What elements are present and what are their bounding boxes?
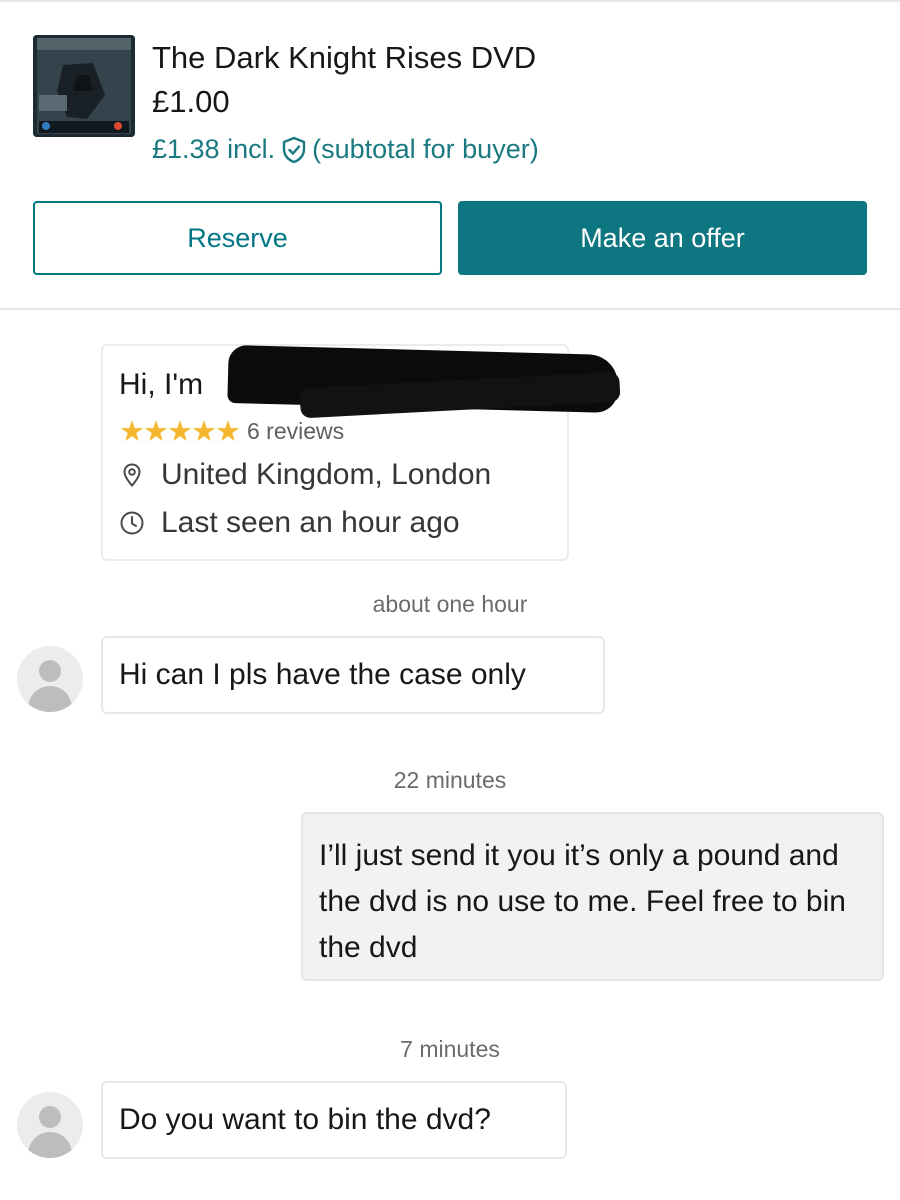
avatar-body-shape bbox=[28, 1132, 72, 1158]
incoming-message: Do you want to bin the dvd? bbox=[101, 1081, 567, 1159]
message-timestamp: 7 minutes bbox=[400, 1036, 500, 1062]
item-price: £1.00 bbox=[152, 84, 230, 119]
message-text: Hi can I pls have the case only bbox=[119, 658, 526, 691]
buyer-protection-price[interactable]: £1.38 incl. (subtotal for buyer) bbox=[152, 134, 539, 165]
avatar-head-shape bbox=[39, 1106, 61, 1128]
profile-greeting: Hi, I'm bbox=[119, 368, 204, 401]
message-timestamp: about one hour bbox=[372, 591, 528, 617]
avatar-head-shape bbox=[39, 660, 61, 682]
item-thumbnail[interactable] bbox=[33, 35, 135, 137]
message-text: Do you want to bin the dvd? bbox=[119, 1103, 491, 1136]
star-rating-icon: ★★★★★ bbox=[119, 416, 241, 448]
message-timestamp: 22 minutes bbox=[393, 767, 507, 793]
review-count: 6 reviews bbox=[247, 418, 345, 444]
profile-location-row: United Kingdom, London bbox=[119, 458, 491, 492]
reserve-button[interactable]: Reserve bbox=[33, 201, 442, 275]
dvd-cover-image bbox=[33, 35, 135, 137]
item-header: The Dark Knight Rises DVD £1.00 £1.38 in… bbox=[0, 0, 900, 310]
avatar-body-shape bbox=[28, 686, 72, 712]
buyer-avatar[interactable] bbox=[17, 646, 83, 712]
profile-rating: ★★★★★ 6 reviews bbox=[119, 414, 344, 449]
incoming-message: Hi can I pls have the case only bbox=[101, 636, 605, 714]
outgoing-message: I’ll just send it you it’s only a pound … bbox=[301, 812, 884, 981]
profile-last-seen: Last seen an hour ago bbox=[161, 506, 460, 539]
message-text: I’ll just send it you it’s only a pound … bbox=[319, 839, 846, 964]
buyer-avatar[interactable] bbox=[17, 1092, 83, 1158]
buyer-price-note: (subtotal for buyer) bbox=[312, 134, 539, 164]
profile-location: United Kingdom, London bbox=[161, 458, 492, 491]
item-title: The Dark Knight Rises DVD bbox=[152, 40, 537, 75]
shield-check-icon bbox=[281, 136, 307, 164]
make-offer-button[interactable]: Make an offer bbox=[458, 201, 867, 275]
buyer-price-value: £1.38 incl. bbox=[152, 134, 276, 164]
location-pin-icon bbox=[123, 463, 141, 487]
profile-last-seen-row: Last seen an hour ago bbox=[119, 506, 460, 540]
clock-icon bbox=[120, 511, 144, 535]
